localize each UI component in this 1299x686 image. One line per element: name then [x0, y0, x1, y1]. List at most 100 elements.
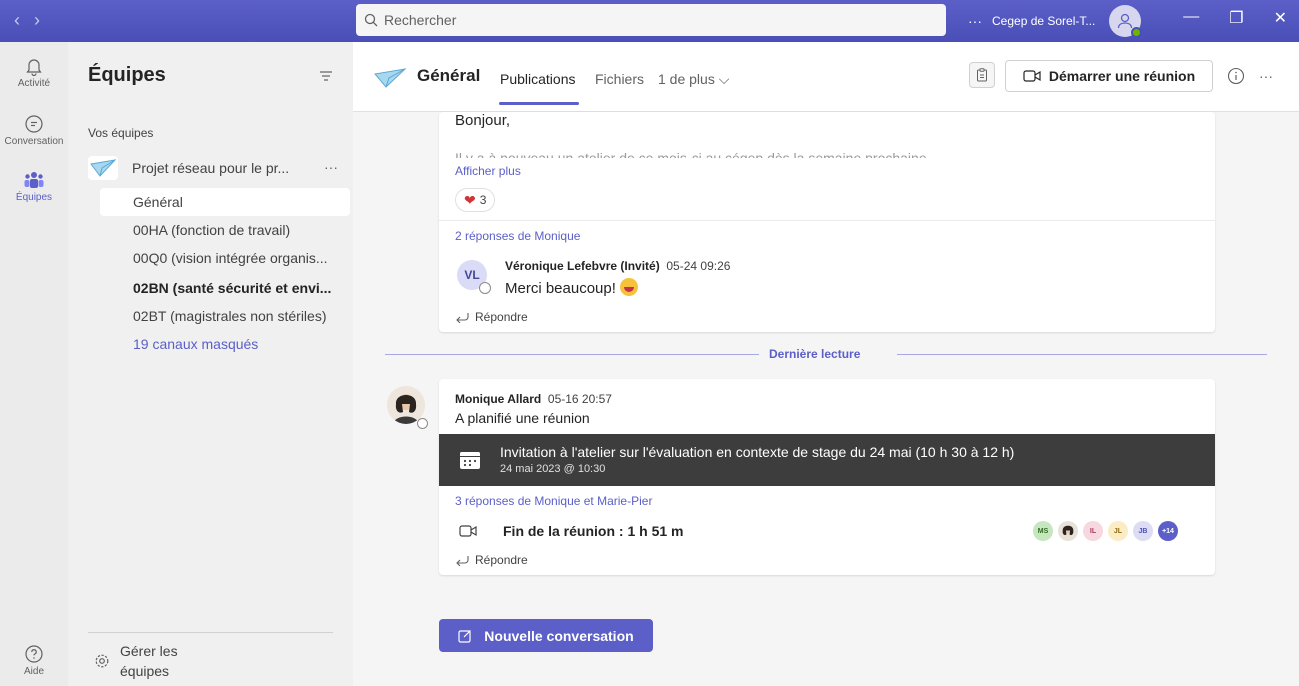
more-options-button[interactable]: ···	[968, 13, 982, 29]
channel-general[interactable]: Général	[100, 188, 350, 216]
team-item[interactable]: Projet réseau pour le pr... ···	[88, 152, 338, 184]
last-read-divider: Dernière lecture	[385, 346, 1267, 362]
meeting-invite-card[interactable]: Invitation à l'atelier sur l'évaluation …	[439, 434, 1215, 486]
window-controls: — ❐ ✕	[1183, 8, 1287, 28]
reply-button[interactable]: Répondre	[455, 310, 528, 324]
reply-label: Répondre	[475, 553, 528, 567]
team-avatar-icon	[374, 68, 407, 88]
hidden-channels-link[interactable]: 19 canaux masqués	[100, 330, 350, 358]
video-camera-icon	[459, 525, 477, 537]
channel-00q0[interactable]: 00Q0 (vision intégrée organis...	[100, 244, 350, 272]
message-card: Monique Allard 05-16 20:57 A planifié un…	[439, 379, 1215, 575]
participant-avatar[interactable]: JL	[1108, 521, 1128, 541]
manage-teams-button[interactable]: Gérer les équipes	[88, 632, 333, 681]
reply-meta: Véronique Lefebvre (Invité) 05-24 09:26	[505, 259, 730, 273]
replies-link[interactable]: 3 réponses de Monique et Marie-Pier	[455, 494, 652, 508]
rail-teams[interactable]: Équipes	[0, 170, 68, 203]
grinning-emoji-icon	[619, 278, 638, 296]
new-conversation-label: Nouvelle conversation	[484, 627, 634, 644]
gear-icon	[95, 654, 109, 668]
compose-icon	[458, 629, 472, 643]
search-placeholder: Rechercher	[384, 12, 457, 28]
reply-label: Répondre	[475, 310, 528, 324]
message-text: A planifié une réunion	[455, 410, 590, 426]
message-text: Bonjour,	[455, 112, 511, 129]
start-meeting-button[interactable]: Démarrer une réunion	[1005, 60, 1213, 92]
person-photo-icon	[1062, 525, 1074, 536]
new-conversation-button[interactable]: Nouvelle conversation	[439, 619, 653, 652]
presence-available-icon	[1131, 27, 1143, 38]
org-name[interactable]: Cegep de Sorel-T...	[992, 14, 1095, 28]
divider-line	[897, 354, 1267, 355]
channel-title: Général	[417, 66, 481, 85]
participant-avatar[interactable]: IL	[1083, 521, 1103, 541]
team-more-button[interactable]: ···	[324, 159, 338, 175]
invite-date: 24 mai 2023 @ 10:30	[500, 463, 606, 475]
divider	[439, 220, 1215, 221]
app-rail: Activité Conversation Équipes Aide	[0, 42, 68, 686]
rail-teams-label: Équipes	[15, 192, 53, 203]
search-input[interactable]: Rechercher	[356, 4, 946, 36]
channel-02bn[interactable]: 02BN (santé sécurité et envi...	[100, 274, 350, 302]
teams-panel-title: Équipes	[88, 64, 166, 86]
manage-teams-label: Gérer les équipes	[120, 643, 178, 679]
message-card: Bonjour, Il y a à nouveau un atelier de …	[439, 112, 1215, 332]
tab-more[interactable]: 1 de plus ⌵	[658, 71, 729, 88]
rail-chat[interactable]: Conversation	[0, 114, 68, 147]
divider-line	[385, 354, 759, 355]
last-read-label: Dernière lecture	[769, 347, 861, 361]
maximize-icon[interactable]: ❐	[1229, 8, 1243, 28]
tab-publications[interactable]: Publications	[500, 71, 576, 87]
channel-more-button[interactable]: ···	[1259, 68, 1273, 84]
presence-unknown-icon	[479, 282, 491, 294]
nav-arrows[interactable]: ‹›	[14, 10, 54, 31]
info-icon[interactable]	[1227, 67, 1245, 85]
replies-link[interactable]: 2 réponses de Monique	[455, 229, 580, 243]
bell-icon	[26, 59, 42, 76]
avatar[interactable]: VL	[457, 260, 491, 294]
rail-help[interactable]: Aide	[0, 644, 68, 677]
close-icon[interactable]: ✕	[1274, 8, 1287, 28]
reply-arrow-icon	[456, 313, 469, 323]
video-camera-icon	[1023, 70, 1041, 82]
team-name: Projet réseau pour le pr...	[132, 160, 290, 176]
rail-chat-label: Conversation	[4, 136, 64, 147]
chat-icon	[25, 115, 43, 133]
calendar-icon	[460, 452, 480, 469]
message-time: 05-16 20:57	[547, 392, 612, 406]
team-avatar-icon	[88, 156, 118, 180]
participants-list[interactable]: MS IL JL JB +14	[1033, 521, 1178, 541]
channel-02bt[interactable]: 02BT (magistrales non stériles)	[100, 302, 350, 330]
presence-unknown-icon	[417, 418, 428, 429]
start-meeting-label: Démarrer une réunion	[1048, 68, 1196, 84]
minimize-icon[interactable]: —	[1183, 8, 1199, 28]
channel-header: Général Publications Fichiers 1 de plus …	[353, 42, 1299, 112]
meeting-end-label: Fin de la réunion : 1 h 51 m	[503, 523, 684, 539]
title-bar: ‹› Rechercher ··· Cegep de Sorel-T... — …	[0, 0, 1299, 42]
tab-files[interactable]: Fichiers	[595, 71, 644, 87]
profile-avatar[interactable]	[1109, 5, 1143, 38]
message-author[interactable]: Monique Allard	[455, 392, 541, 406]
show-more-link[interactable]: Afficher plus	[455, 164, 521, 178]
clipboard-icon	[977, 68, 987, 82]
participant-avatar[interactable]	[1058, 521, 1078, 541]
reaction-count: 3	[479, 193, 487, 207]
reply-author[interactable]: Véronique Lefebvre (Invité)	[505, 259, 660, 273]
heart-reaction[interactable]: ❤ 3	[455, 188, 496, 212]
meeting-ended: Fin de la réunion : 1 h 51 m	[459, 523, 683, 539]
channel-view: Général Publications Fichiers 1 de plus …	[353, 42, 1299, 686]
channel-00ha[interactable]: 00HA (fonction de travail)	[100, 216, 350, 244]
reply-button[interactable]: Répondre	[455, 553, 528, 567]
more-participants-badge[interactable]: +14	[1158, 521, 1178, 541]
message-truncated-text: Il y a à nouveau un atelier de ce mois-c…	[455, 150, 927, 158]
filter-icon[interactable]	[319, 70, 333, 82]
participant-avatar[interactable]: MS	[1033, 521, 1053, 541]
message-meta: Monique Allard 05-16 20:57	[455, 392, 612, 406]
participant-avatar[interactable]: JB	[1133, 521, 1153, 541]
rail-activity[interactable]: Activité	[0, 56, 68, 89]
active-tab-indicator	[499, 102, 579, 105]
reply-time: 05-24 09:26	[666, 259, 731, 273]
user-icon	[1118, 13, 1133, 29]
clipboard-button[interactable]	[969, 62, 995, 88]
titlebar-right: ··· Cegep de Sorel-T...	[968, 0, 1143, 42]
